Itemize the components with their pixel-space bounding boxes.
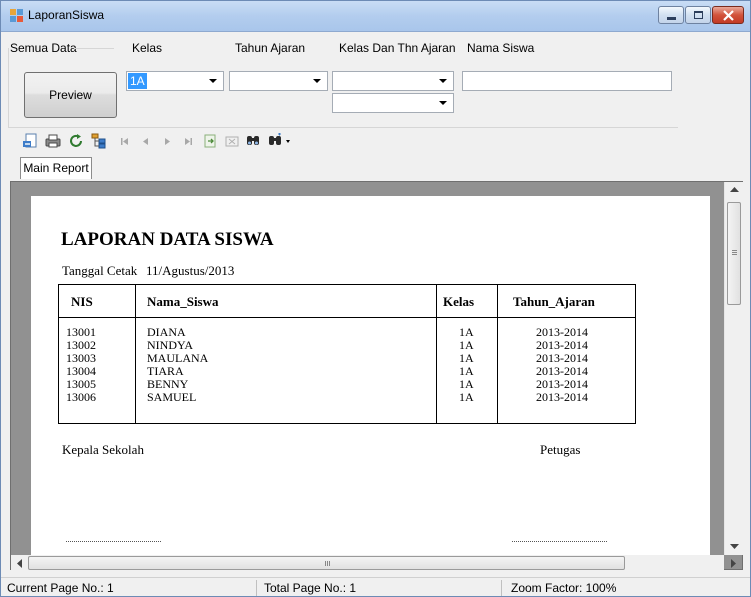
chevron-down-icon (439, 101, 447, 105)
kelas-combobox-2[interactable] (332, 71, 454, 91)
cell-tahun: 2013-2014 (536, 390, 588, 404)
minimize-icon (667, 17, 676, 20)
goto-page-icon[interactable] (202, 133, 218, 149)
preview-button[interactable]: Preview (24, 72, 117, 118)
column-header-tahun: Tahun_Ajaran (513, 294, 595, 309)
print-icon[interactable] (45, 133, 61, 149)
vertical-scroll-thumb[interactable] (727, 202, 741, 305)
tahun-ajaran-combobox-2[interactable] (332, 93, 454, 113)
group-border (74, 48, 114, 49)
maximize-icon (694, 11, 703, 19)
report-title: LAPORAN DATA SISWA (61, 229, 274, 250)
kepala-signature-line (66, 541, 161, 542)
report-table: NIS Nama_Siswa Kelas Tahun_Ajaran 13001 … (58, 284, 636, 424)
column-header-nama: Nama_Siswa (147, 294, 219, 309)
zoom-icon[interactable] (267, 133, 293, 149)
report-page: LAPORAN DATA SISWA Tanggal Cetak 11/Agus… (31, 196, 710, 569)
kelas-value: 1A (128, 73, 147, 89)
kelas-thn-label: Kelas Dan Thn Ajaran (339, 41, 456, 55)
minimize-button[interactable] (658, 6, 684, 24)
group-border (8, 127, 678, 128)
petugas-signature-line (512, 541, 607, 542)
app-icon (10, 9, 24, 23)
horizontal-scroll-thumb[interactable] (28, 556, 625, 570)
kelas-label: Kelas (132, 41, 163, 55)
export-icon[interactable] (22, 133, 38, 149)
scroll-down-icon[interactable] (730, 544, 739, 550)
horizontal-scrollbar[interactable] (11, 555, 724, 571)
total-page-status: Total Page No.: 1 (264, 581, 357, 595)
status-bar: Current Page No.: 1 Total Page No.: 1 Zo… (1, 577, 750, 596)
chevron-down-icon (209, 79, 217, 83)
tahun-ajaran-combobox[interactable] (229, 71, 328, 91)
last-page-icon[interactable] (180, 133, 196, 149)
column-header-nis: NIS (71, 294, 93, 309)
close-icon (723, 10, 734, 21)
prev-page-icon[interactable] (138, 133, 154, 149)
column-header-kelas: Kelas (443, 294, 475, 309)
vertical-scrollbar[interactable] (724, 182, 744, 555)
petugas-label: Petugas (540, 442, 581, 457)
status-separator (501, 580, 502, 596)
current-page-status: Current Page No.: 1 (7, 581, 114, 595)
kepala-sekolah-label: Kepala Sekolah (62, 442, 144, 457)
semua-data-label: Semua Data (10, 41, 77, 55)
scroll-up-icon[interactable] (730, 186, 739, 192)
chevron-down-icon (313, 79, 321, 83)
scroll-right-icon[interactable] (731, 559, 737, 568)
find-icon[interactable] (245, 133, 261, 149)
cell-nama: SAMUEL (147, 390, 197, 404)
first-page-icon[interactable] (117, 133, 133, 149)
refresh-icon[interactable] (68, 133, 84, 149)
tahun-ajaran-label: Tahun Ajaran (235, 41, 306, 55)
report-toolbar (1, 129, 750, 155)
column-divider (497, 285, 498, 423)
nama-siswa-input[interactable] (462, 71, 672, 91)
close-view-icon[interactable] (224, 133, 240, 149)
group-border (8, 48, 9, 128)
title-bar: LaporanSiswa (1, 1, 750, 32)
cell-nis: 13006 (66, 390, 96, 404)
nama-siswa-label: Nama Siswa (467, 41, 535, 55)
close-button[interactable] (712, 6, 744, 24)
tahun-ajaran-value (231, 73, 235, 89)
scroll-left-icon[interactable] (16, 559, 22, 568)
window-title: LaporanSiswa (28, 8, 105, 22)
report-viewer: LAPORAN DATA SISWA Tanggal Cetak 11/Agus… (10, 181, 743, 570)
table-header-divider (59, 317, 635, 318)
maximize-button[interactable] (685, 6, 711, 24)
next-page-icon[interactable] (159, 133, 175, 149)
application-window: LaporanSiswa Semua Data Preview Kelas 1A… (0, 0, 751, 597)
chevron-down-icon (439, 79, 447, 83)
zoom-factor-status: Zoom Factor: 100% (511, 581, 617, 595)
kelas-combobox[interactable]: 1A (126, 71, 224, 91)
group-tree-icon[interactable] (91, 133, 107, 149)
tanggal-cetak-label: Tanggal Cetak (62, 263, 138, 278)
column-divider (135, 285, 136, 423)
column-divider (436, 285, 437, 423)
status-separator (256, 580, 257, 596)
tab-main-report[interactable]: Main Report (20, 157, 92, 179)
tanggal-cetak-value: 11/Agustus/2013 (146, 263, 235, 278)
cell-kelas: 1A (459, 390, 474, 404)
